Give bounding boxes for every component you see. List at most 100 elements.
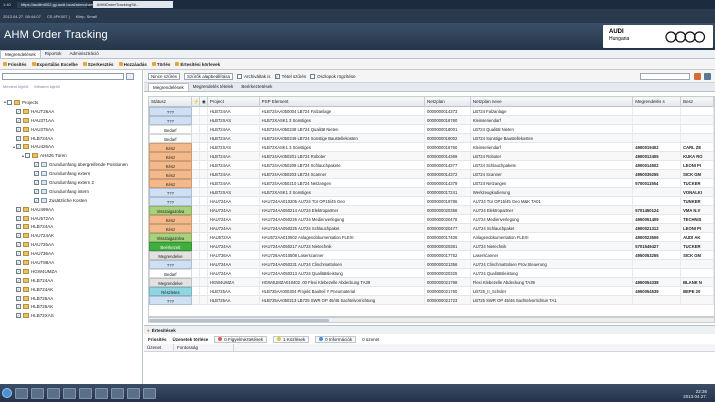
tree-checkbox[interactable]: [25, 153, 30, 159]
tree-checkbox[interactable]: ✓: [16, 286, 21, 292]
deselect-all-link[interactable]: Mindent kijelöl: [34, 84, 59, 89]
tree-checkbox[interactable]: ✓: [16, 304, 21, 310]
tree-node[interactable]: ✓ HLB724AA: [0, 276, 143, 285]
filter-defaults-select[interactable]: Szűrők alapbeállítása: [184, 72, 234, 80]
table-row[interactable]: ??? HLB72XAS HLB72XASK1 3 Sonstiges 0000000…: [149, 116, 714, 125]
tree-checkbox[interactable]: ✓: [16, 259, 21, 265]
add-button[interactable]: Hozzáadás: [118, 62, 147, 67]
table-row[interactable]: Kész HLB724AA HLB724AA050210 LB724 Netzang…: [149, 179, 714, 188]
tree-node[interactable]: ✓ HAU724AK: [0, 231, 143, 240]
row-view-cell[interactable]: [200, 206, 208, 215]
table-row[interactable]: ??? HLB724AA HLB724AA050004 LB724 Falzanla…: [149, 107, 714, 116]
taskbar-app-icon[interactable]: [63, 387, 76, 399]
grid-search-input[interactable]: [640, 73, 690, 80]
notification-letters-button[interactable]: Értesítési körlevek: [175, 62, 220, 67]
tree-checkbox[interactable]: [7, 99, 12, 105]
table-row[interactable]: Kész HLB724AA HLB724AA050203 LB724 Scanner…: [149, 170, 714, 179]
row-view-cell[interactable]: [200, 296, 208, 305]
table-row[interactable]: Részletes HLB725AA HLB725AA000304 Projekt …: [149, 287, 714, 296]
export-excel-button[interactable]: Exportálás Excelbe: [31, 62, 78, 67]
clear-messages-button[interactable]: Üzenetek törlése: [173, 337, 209, 342]
tree-node[interactable]: ✓ Grundumfang extern 2: [0, 178, 143, 187]
browser-url[interactable]: https://auditnt002.gy.audi.local/ahmot/d…: [16, 1, 109, 8]
table-row[interactable]: Kész HAU724AA HAU724AA050225 AU724 Schlauc…: [149, 224, 714, 233]
menu-orders[interactable]: Megrendelések: [0, 50, 41, 58]
taskbar-app-icon[interactable]: [111, 387, 124, 399]
tab-receipts[interactable]: Beérkeztetések: [237, 83, 276, 91]
tab-order-items[interactable]: Megrendelés tételek: [189, 83, 238, 91]
tab-orders[interactable]: Megrendelések: [148, 83, 189, 91]
tree-node[interactable]: ✓ HLB725AA: [0, 294, 143, 303]
row-view-cell[interactable]: [200, 251, 208, 260]
tree-node[interactable]: ✓ HAU725AA: [0, 240, 143, 249]
table-row[interactable]: ??? HAU724AA HAU724AA010205 AU724 Tür OP15…: [149, 197, 714, 206]
tree-node[interactable]: ▲ ✓ HAU426AA: [0, 142, 143, 151]
tree-node[interactable]: ✓ HGW4UMZA: [0, 267, 143, 276]
row-view-cell[interactable]: [200, 260, 208, 269]
col-lightning-icon[interactable]: ⚡: [192, 97, 200, 107]
tree-checkbox[interactable]: ✓: [34, 179, 39, 185]
tree-checkbox[interactable]: ✓: [16, 251, 21, 257]
taskbar-app-icon[interactable]: [143, 387, 156, 399]
notif-refresh-button[interactable]: Frissítés: [148, 337, 167, 342]
col-order[interactable]: Megrendelés s: [633, 97, 682, 107]
tree-checkbox[interactable]: ✓: [16, 224, 21, 230]
table-row[interactable]: Bedarf HLB724AA HLB724AA050249 LB724 Sonst…: [149, 134, 714, 143]
row-view-cell[interactable]: [200, 161, 208, 170]
tree-checkbox[interactable]: ✓: [16, 126, 21, 132]
select-all-link[interactable]: Mindent kijelöl: [3, 84, 28, 89]
row-view-cell[interactable]: [200, 215, 208, 224]
row-view-cell[interactable]: [200, 125, 208, 134]
tree-checkbox[interactable]: ✓: [34, 197, 39, 203]
table-row[interactable]: ??? HAU724AA HAU724AA050231 AU724 Clinchma…: [149, 260, 714, 269]
row-view-cell[interactable]: [200, 152, 208, 161]
tree-checkbox[interactable]: ✓: [34, 171, 39, 177]
row-view-cell[interactable]: [200, 197, 208, 206]
col-supplier[interactable]: Besz: [681, 97, 714, 107]
tree-node[interactable]: ✓ Grundumfang intern: [0, 187, 143, 196]
table-row[interactable]: Kész HAU724AA HAU724AA050226 AU724 Medienv…: [149, 215, 714, 224]
taskbar-app-icon[interactable]: [79, 387, 92, 399]
col-psp-element[interactable]: PSP Element: [260, 97, 426, 107]
tree-search-button[interactable]: [126, 73, 134, 80]
tree-node[interactable]: ✓ HAU499AA: [0, 205, 143, 214]
tree-node[interactable]: ▲ Projects: [0, 98, 143, 107]
tree-checkbox[interactable]: ✓: [16, 135, 21, 141]
col-netzplan-name[interactable]: Netzplan neve: [471, 97, 634, 107]
tree-checkbox[interactable]: ✓: [34, 162, 39, 168]
table-row[interactable]: Beérkezett HAU724AA HAU724AA050217 AU724 N…: [149, 242, 714, 251]
tree-checkbox[interactable]: ✓: [16, 268, 21, 274]
taskbar-app-icon[interactable]: [31, 387, 44, 399]
tree-checkbox[interactable]: ✓: [16, 117, 21, 123]
col-project[interactable]: Project: [208, 97, 260, 107]
archived-checkbox[interactable]: Archiváltak is: [237, 73, 271, 79]
table-row[interactable]: Kész HLB724AA HLB724AA050208 LB724 Schlauc…: [149, 161, 714, 170]
browser-button[interactable]: Kilép. Small: [76, 14, 97, 19]
row-view-cell[interactable]: [200, 278, 208, 287]
tree-checkbox[interactable]: ✓: [16, 206, 21, 212]
tree-checkbox[interactable]: ✓: [16, 108, 21, 114]
row-view-cell[interactable]: [200, 143, 208, 152]
item-filter-checkbox-box[interactable]: ✓: [274, 73, 280, 79]
table-row[interactable]: Visszaigazolva HAU724AA HAU724AA050214 AU7…: [149, 206, 714, 215]
print-icon[interactable]: [704, 73, 711, 80]
archived-checkbox-box[interactable]: [237, 73, 243, 79]
tree-node[interactable]: ▲ AH426 Türen: [0, 151, 143, 160]
menu-admin[interactable]: Adminisztráció: [66, 50, 103, 58]
tree-node[interactable]: ✓ HAUT26AA: [0, 107, 143, 116]
taskbar-app-icon[interactable]: [127, 387, 140, 399]
tree-checkbox[interactable]: ✓: [16, 242, 21, 248]
menu-reports[interactable]: Riportok: [41, 50, 66, 58]
tree-search-input[interactable]: [2, 73, 124, 80]
tree-checkbox[interactable]: ✓: [16, 233, 21, 239]
item-filter-checkbox[interactable]: ✓ Tétel szűrés: [274, 73, 306, 79]
tree-checkbox[interactable]: ✓: [16, 313, 21, 319]
export-icon[interactable]: [694, 73, 701, 80]
tree-checkbox[interactable]: ✓: [16, 215, 21, 221]
col-message[interactable]: Üzenet: [144, 344, 174, 351]
table-row[interactable]: ??? HLB725AA HLB725AA050213 LB725 SWR OP 4…: [149, 296, 714, 305]
tree-node[interactable]: ✓ Zusätzliche Kosten: [0, 196, 143, 205]
table-row[interactable]: Kész HLB724AA HLB724AA050201 LB724 Roboter…: [149, 152, 714, 161]
tree-node[interactable]: ✓ HAU736AA: [0, 249, 143, 258]
tree-node[interactable]: ✓ HLB724AA: [0, 222, 143, 231]
